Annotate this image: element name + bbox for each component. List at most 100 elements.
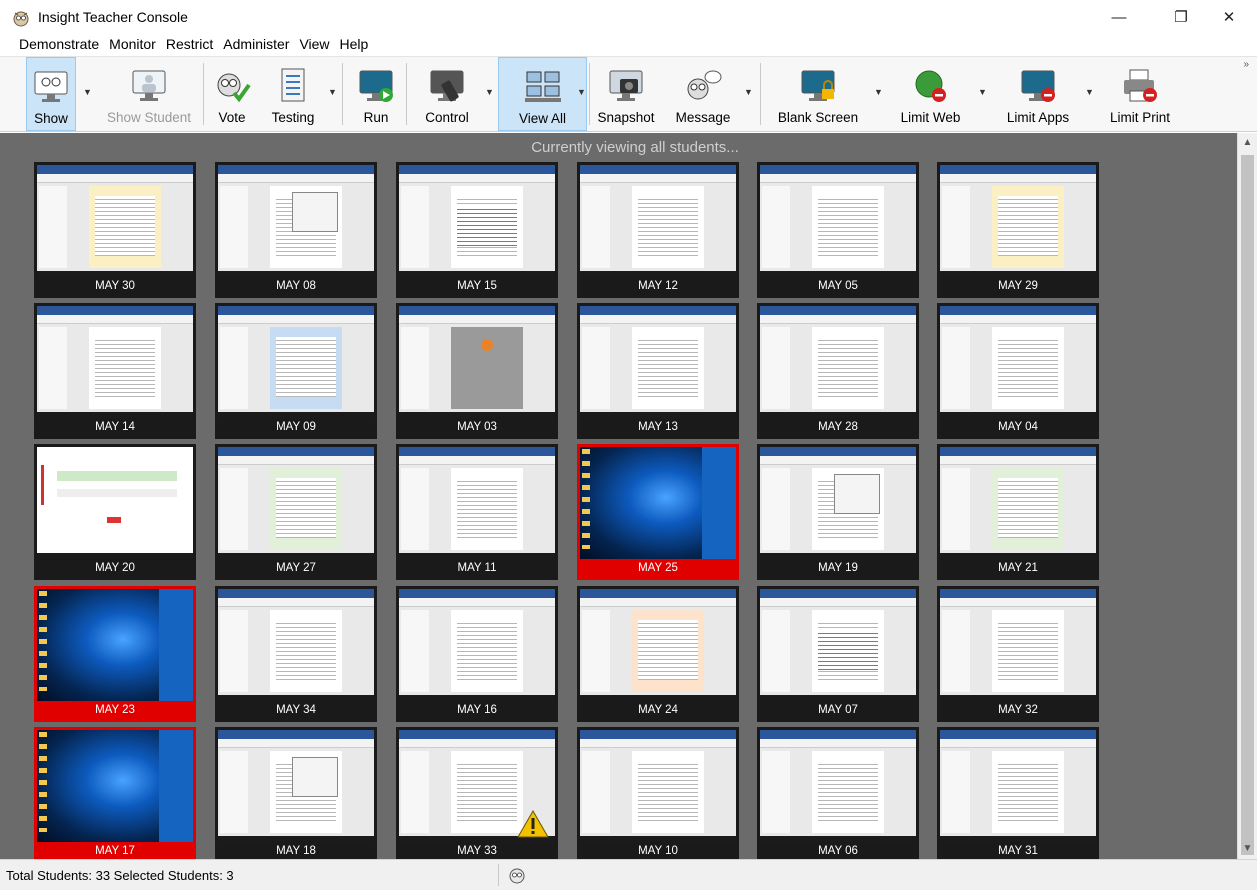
student-thumbnail[interactable]: MAY 14: [34, 303, 196, 439]
dropdown-arrow-icon[interactable]: ▼: [744, 87, 754, 97]
message-button[interactable]: Message: [667, 57, 739, 131]
student-thumbnail[interactable]: MAY 15: [396, 162, 558, 298]
menu-monitor[interactable]: Monitor: [104, 34, 161, 56]
student-thumbnail[interactable]: MAY 25: [577, 444, 739, 580]
show-button[interactable]: Show: [26, 57, 76, 131]
student-thumbnail[interactable]: MAY 17: [34, 727, 196, 859]
student-thumbnail[interactable]: MAY 04: [937, 303, 1099, 439]
student-screen-preview: [760, 447, 916, 559]
student-thumbnail[interactable]: MAY 21: [937, 444, 1099, 580]
dropdown-arrow-icon[interactable]: ▼: [577, 87, 587, 97]
student-name-label: MAY 21: [998, 562, 1038, 574]
student-thumbnail[interactable]: MAY 23: [34, 586, 196, 722]
toolbar-separator: [342, 63, 343, 125]
menu-help[interactable]: Help: [335, 34, 374, 56]
student-thumbnail[interactable]: MAY 12: [577, 162, 739, 298]
toolbar-button-label: Run: [363, 110, 389, 125]
menu-restrict[interactable]: Restrict: [161, 34, 218, 56]
limit-apps-icon: [1018, 67, 1058, 105]
snapshot-button[interactable]: Snapshot: [591, 57, 661, 131]
dropdown-arrow-icon[interactable]: ▼: [485, 87, 495, 97]
student-thumbnail[interactable]: MAY 07: [757, 586, 919, 722]
student-name-label: MAY 23: [95, 704, 135, 716]
student-thumbnail[interactable]: MAY 03: [396, 303, 558, 439]
student-thumbnail[interactable]: MAY 11: [396, 444, 558, 580]
limit-web-button[interactable]: Limit Web: [893, 57, 968, 131]
status-divider: [498, 864, 499, 886]
student-thumbnail[interactable]: MAY 30: [34, 162, 196, 298]
vote-owl-icon: [212, 67, 252, 105]
minimize-button[interactable]: —: [1096, 0, 1142, 34]
student-thumbnail[interactable]: MAY 13: [577, 303, 739, 439]
warning-icon: [517, 810, 549, 838]
dropdown-arrow-icon[interactable]: ▼: [328, 87, 338, 97]
student-thumbnail[interactable]: MAY 09: [215, 303, 377, 439]
student-thumbnail[interactable]: MAY 19: [757, 444, 919, 580]
scroll-down-icon[interactable]: ▼: [1238, 843, 1257, 854]
student-thumbnail[interactable]: MAY 32: [937, 586, 1099, 722]
student-thumbnail[interactable]: MAY 05: [757, 162, 919, 298]
student-name-label: MAY 24: [638, 704, 678, 716]
toolbar-button-label: View All: [518, 111, 567, 126]
dropdown-arrow-icon[interactable]: ▼: [83, 87, 93, 97]
limit-apps-button[interactable]: Limit Apps: [998, 57, 1078, 131]
close-button[interactable]: ✕: [1206, 0, 1252, 34]
control-button[interactable]: Control: [412, 57, 482, 131]
student-thumbnail[interactable]: MAY 34: [215, 586, 377, 722]
student-screen-preview: [760, 306, 916, 418]
student-name-label: MAY 17: [95, 845, 135, 857]
student-screen-preview: [940, 589, 1096, 701]
menu-administer[interactable]: Administer: [218, 34, 294, 56]
student-screen-preview: [580, 447, 736, 559]
view-all-button[interactable]: View All: [498, 57, 587, 131]
student-name-label: MAY 12: [638, 280, 678, 292]
student-screen-preview: [940, 730, 1096, 842]
student-thumbnail[interactable]: MAY 16: [396, 586, 558, 722]
student-thumbnail[interactable]: MAY 28: [757, 303, 919, 439]
toolbar-overflow-icon[interactable]: »: [1243, 59, 1249, 70]
blank-screen-lock-icon: [798, 67, 838, 105]
student-thumbnail[interactable]: MAY 29: [937, 162, 1099, 298]
testing-button[interactable]: Testing: [264, 57, 322, 131]
message-owl-icon: [683, 67, 723, 105]
show-student-button[interactable]: Show Student: [99, 57, 199, 131]
dropdown-arrow-icon[interactable]: ▼: [1085, 87, 1095, 97]
student-thumbnail[interactable]: MAY 10: [577, 727, 739, 859]
student-thumbnail[interactable]: MAY 33: [396, 727, 558, 859]
student-screen-preview: [399, 730, 555, 842]
student-screen-preview: [218, 730, 374, 842]
student-screen-preview: [760, 589, 916, 701]
student-name-label: MAY 18: [276, 845, 316, 857]
toolbar-button-label: Limit Print: [1109, 110, 1170, 125]
dropdown-arrow-icon[interactable]: ▼: [874, 87, 884, 97]
student-name-label: MAY 14: [95, 421, 135, 433]
student-thumbnail[interactable]: MAY 20: [34, 444, 196, 580]
toolbar-button-label: Limit Web: [900, 110, 961, 125]
student-thumbnail[interactable]: MAY 31: [937, 727, 1099, 859]
scrollbar-thumb[interactable]: [1241, 155, 1254, 855]
student-thumbnail[interactable]: MAY 08: [215, 162, 377, 298]
menu-demonstrate[interactable]: Demonstrate: [14, 34, 104, 56]
restore-button[interactable]: ❐: [1158, 0, 1204, 34]
student-name-label: MAY 16: [457, 704, 497, 716]
student-screen-preview: [37, 306, 193, 418]
student-thumbnail[interactable]: MAY 18: [215, 727, 377, 859]
menu-bar: Demonstrate Monitor Restrict Administer View…: [0, 34, 1257, 56]
menu-view[interactable]: View: [294, 34, 334, 56]
limit-print-button[interactable]: Limit Print: [1100, 57, 1180, 131]
student-name-label: MAY 15: [457, 280, 497, 292]
vote-button[interactable]: Vote: [207, 57, 257, 131]
toolbar-separator: [589, 63, 590, 125]
student-screen-preview: [218, 447, 374, 559]
dropdown-arrow-icon[interactable]: ▼: [978, 87, 988, 97]
blank-screen-button[interactable]: Blank Screen: [773, 57, 863, 131]
student-thumbnail[interactable]: MAY 24: [577, 586, 739, 722]
student-thumbnail[interactable]: MAY 06: [757, 727, 919, 859]
run-button[interactable]: Run: [352, 57, 400, 131]
toolbar-button-label: Message: [675, 110, 731, 125]
scroll-up-icon[interactable]: ▲: [1238, 137, 1257, 148]
student-thumbnail[interactable]: MAY 27: [215, 444, 377, 580]
owl-app-icon: [13, 11, 29, 27]
test-sheet-icon: [273, 67, 313, 105]
vertical-scrollbar[interactable]: ▲ ▼: [1237, 133, 1257, 859]
